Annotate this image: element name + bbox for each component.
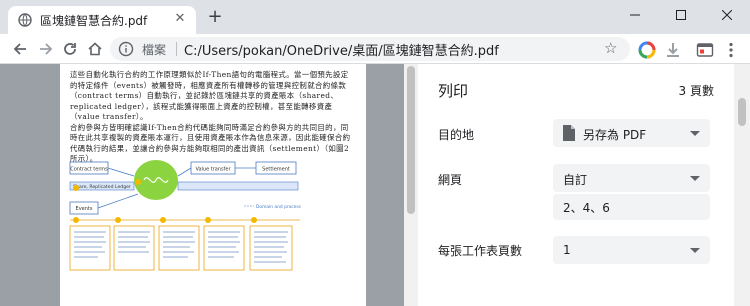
print-title: 列印 — [438, 82, 469, 100]
tab-close-icon[interactable]: ✕ — [172, 11, 188, 27]
tab-strip: 區塊鏈智慧合約.pdf ✕ + — [0, 0, 750, 34]
minimize-icon — [630, 14, 640, 16]
arrow-right-icon — [40, 43, 53, 55]
chevron-down-icon — [690, 176, 700, 181]
description-boxes — [69, 225, 293, 271]
legend-label: Domain and process — [256, 204, 302, 210]
bookmark-star-icon[interactable]: ☆ — [604, 40, 620, 56]
pdf-page: 這些自動化執行合約的工作原理類似於If-Then語句的電腦程式。當一個預先設定的… — [60, 64, 366, 306]
arrow-left-icon — [13, 43, 26, 55]
destination-value: 另存為 PDF — [583, 128, 647, 142]
destination-label: 目的地 — [438, 128, 475, 142]
reload-button[interactable] — [60, 39, 80, 59]
pages-per-sheet-label: 每張工作表頁數 — [438, 244, 523, 258]
omnibox-separator — [176, 42, 177, 56]
print-settings-panel: 列印 3 頁數 目的地 另存為 PDF 網頁 自訂 每張工作表頁數 1 — [418, 64, 750, 306]
smart-contract-diagram: Contract terms Value transfer Settlement… — [69, 160, 302, 271]
chevron-down-icon — [690, 131, 700, 136]
extension-window-icon[interactable] — [696, 41, 714, 59]
menu-dots-icon[interactable] — [722, 41, 740, 59]
globe-icon — [18, 13, 32, 27]
pages-per-sheet-select[interactable]: 1 — [553, 236, 710, 264]
panel-scrollbar-thumb[interactable] — [738, 98, 746, 126]
browser-window: 區塊鏈智慧合約.pdf ✕ + 檔案 C:/Users/pokan/OneDri… — [0, 0, 750, 306]
document-icon — [563, 125, 575, 141]
new-tab-icon[interactable]: + — [206, 8, 224, 27]
pages-per-sheet-value: 1 — [563, 243, 571, 257]
tab-title: 區塊鏈智慧合約.pdf — [40, 14, 148, 28]
browser-toolbar: 檔案 C:/Users/pokan/OneDrive/桌面/區塊鏈智慧合約.pd… — [0, 34, 750, 64]
events-label: Events — [76, 206, 93, 212]
custom-pages-input[interactable] — [553, 194, 710, 220]
reload-icon — [64, 43, 76, 55]
home-icon — [88, 42, 102, 56]
extension-colorful-icon[interactable] — [638, 41, 656, 59]
preview-scrollbar[interactable] — [404, 64, 418, 306]
destination-select[interactable]: 另存為 PDF — [553, 119, 710, 147]
close-window-button[interactable] — [704, 0, 750, 30]
chevron-down-icon — [690, 248, 700, 253]
scheme-label: 檔案 — [142, 43, 167, 57]
preview-scrollbar-thumb[interactable] — [407, 66, 415, 214]
pdf-paragraph: 這些自動化執行合約的工作原理類似於If-Then語句的電腦程式。當一個預先設定的… — [70, 70, 349, 121]
sheet-count: 3 頁數 — [678, 84, 714, 98]
value-transfer-label: Value transfer — [195, 167, 231, 173]
contract-terms-label: Contract terms — [70, 167, 108, 173]
pages-label: 網頁 — [438, 173, 463, 187]
pages-select[interactable]: 自訂 — [553, 164, 710, 192]
address-bar[interactable]: 檔案 C:/Users/pokan/OneDrive/桌面/區塊鏈智慧合約.pd… — [110, 37, 630, 61]
pages-value: 自訂 — [563, 173, 588, 187]
back-button[interactable] — [10, 39, 30, 59]
ledger-right — [177, 181, 299, 191]
tab-active[interactable]: 區塊鏈智慧合約.pdf ✕ — [8, 6, 196, 34]
maximize-icon — [676, 10, 686, 20]
pdf-text-block: 這些自動化執行合約的工作原理類似於If-Then語句的電腦程式。當一個預先設定的… — [70, 70, 356, 165]
home-button[interactable] — [85, 39, 105, 59]
minimize-button[interactable] — [612, 0, 658, 30]
download-icon[interactable] — [664, 41, 682, 59]
url-text[interactable]: C:/Users/pokan/OneDrive/桌面/區塊鏈智慧合約.pdf — [184, 40, 499, 59]
ledger-label: Share, Replicated Ledger — [73, 184, 131, 190]
maximize-button[interactable] — [658, 0, 704, 30]
settlement-label: Settlement — [262, 167, 290, 173]
panel-scrollbar[interactable] — [734, 64, 750, 306]
forward-button[interactable] — [36, 39, 56, 59]
close-icon — [722, 10, 732, 20]
info-icon[interactable] — [118, 41, 134, 57]
